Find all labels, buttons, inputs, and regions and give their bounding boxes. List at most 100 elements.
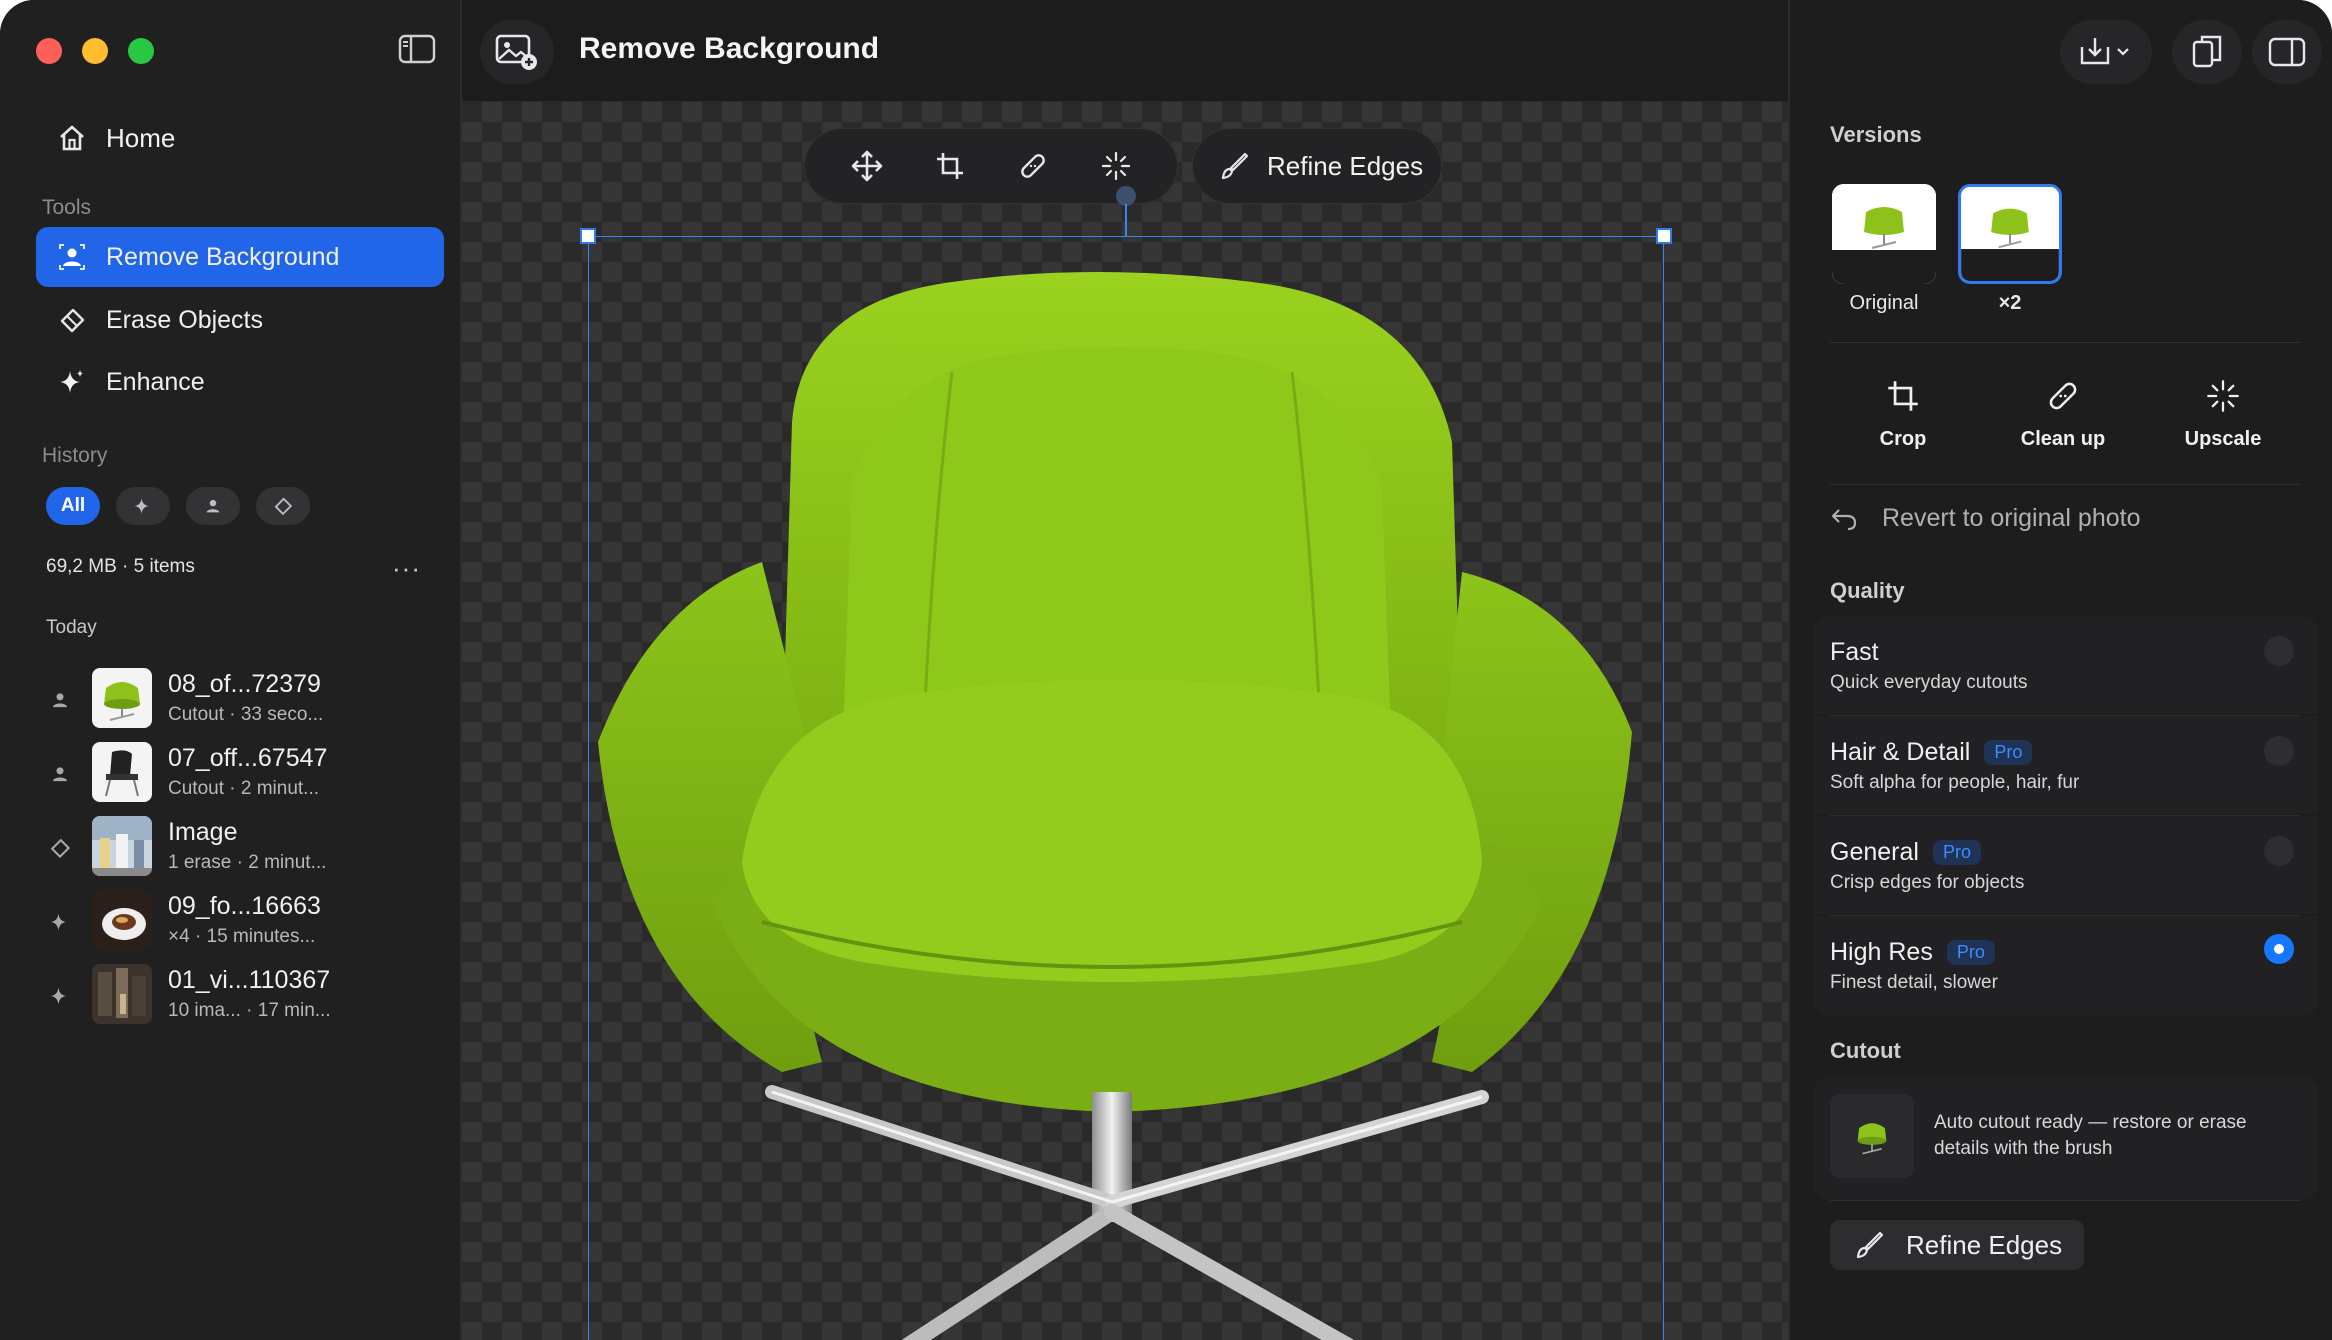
sparkle-icon xyxy=(134,498,149,514)
refine-edges-button[interactable]: Refine Edges xyxy=(1192,128,1442,204)
history-item[interactable]: 07_off...67547 Cutout · 2 minut... xyxy=(46,742,446,806)
today-section-label: Today xyxy=(46,617,97,638)
history-item-name: 07_off...67547 xyxy=(168,744,328,772)
revert-button[interactable]: Revert to original photo xyxy=(1830,504,2140,533)
history-item-name: 08_of...72379 xyxy=(168,670,321,698)
history-item-meta: 1 erase · 2 minut... xyxy=(168,852,327,873)
tool-label: Erase Objects xyxy=(106,305,264,334)
tool-label: Remove Background xyxy=(106,242,340,271)
cutout-image xyxy=(598,272,1632,1340)
filter-erase-chip[interactable] xyxy=(256,487,310,525)
history-item-meta: Cutout · 33 seco... xyxy=(168,704,324,725)
copy-button[interactable] xyxy=(2172,20,2242,84)
history-thumbnail xyxy=(92,964,152,1024)
crop-action-button[interactable]: Crop xyxy=(1828,374,1978,451)
cutout-label: Cutout xyxy=(1830,1038,1901,1063)
cleanup-tool-button[interactable] xyxy=(1011,144,1055,188)
person-cutout-icon xyxy=(46,686,74,714)
quality-label: Quality xyxy=(1830,578,1905,603)
refine-edges-panel-button[interactable]: Refine Edges xyxy=(1830,1220,2084,1270)
upscale-tool-button[interactable] xyxy=(1094,144,1138,188)
move-tool-button[interactable] xyxy=(845,144,889,188)
version-label: Original xyxy=(1849,292,1919,314)
bandage-icon xyxy=(2049,382,2077,410)
zoom-window-button[interactable] xyxy=(128,38,154,64)
crop-tool-button[interactable] xyxy=(928,144,972,188)
undo-icon xyxy=(1831,508,1857,530)
cutout-thumbnail xyxy=(1830,1094,1914,1178)
sidebar-item-remove-background[interactable]: Remove Background xyxy=(36,227,444,287)
sidebar-toggle-icon[interactable] xyxy=(398,34,436,64)
quality-desc: Crisp edges for objects xyxy=(1830,872,2025,893)
divider xyxy=(1830,1200,2300,1201)
pro-badge: Pro xyxy=(1946,940,1995,965)
page-title: Remove Background xyxy=(579,32,880,65)
history-thumbnail xyxy=(92,816,152,876)
crop-icon xyxy=(1888,381,1918,411)
inspector-toggle-button[interactable] xyxy=(2252,20,2322,84)
history-item-name: 09_fo...16663 xyxy=(168,892,321,920)
rotate-handle-stem xyxy=(1125,204,1127,236)
quality-name: Fast xyxy=(1830,638,1879,666)
history-item-meta: Cutout · 2 minut... xyxy=(168,778,320,799)
quality-desc: Finest detail, slower xyxy=(1830,972,1998,993)
quality-desc: Soft alpha for people, hair, fur xyxy=(1830,772,2080,793)
filter-all-chip[interactable]: All xyxy=(46,487,100,525)
version-label: ×2 xyxy=(1998,292,2022,314)
divider xyxy=(1830,484,2300,485)
quality-name: High Res Pro xyxy=(1830,938,1995,967)
storage-info: 69,2 MB · 5 items xyxy=(46,556,195,577)
sidebar: Home Tools Remove Background Erase Objec… xyxy=(0,0,462,1340)
brush-icon xyxy=(1221,152,1249,180)
version-original-card[interactable] xyxy=(1832,184,1936,284)
divider xyxy=(1830,342,2300,343)
person-cutout-icon xyxy=(206,499,220,513)
tools-section-label: Tools xyxy=(42,196,92,219)
action-label: Clean up xyxy=(2020,428,2106,450)
close-window-button[interactable] xyxy=(36,38,62,64)
upscale-action-button[interactable]: Upscale xyxy=(2148,374,2298,451)
rotate-handle[interactable] xyxy=(1116,186,1136,206)
eraser-icon xyxy=(54,302,90,338)
magic-wand-icon xyxy=(1101,151,1130,181)
cleanup-action-button[interactable]: Clean up xyxy=(1988,374,2138,451)
sparkle-icon xyxy=(46,982,74,1010)
bandage-icon xyxy=(1020,154,1045,178)
version-x2-card[interactable] xyxy=(1958,184,2062,284)
inspector-panel: Versions Original ×2 Crop Clean up Upsca… xyxy=(1788,0,2332,1340)
app-window: Home Tools Remove Background Erase Objec… xyxy=(0,0,2332,1340)
quality-option-fast[interactable] xyxy=(1814,616,2318,714)
quality-radio-high-res[interactable] xyxy=(2264,934,2294,964)
magic-wand-icon xyxy=(2207,380,2239,412)
more-options-button[interactable]: ··· xyxy=(392,553,421,584)
history-item[interactable]: 09_fo...16663 ×4 · 15 minutes... xyxy=(46,890,446,954)
export-button[interactable] xyxy=(2060,20,2152,84)
home-label: Home xyxy=(106,122,176,153)
sidebar-item-erase-objects[interactable]: Erase Objects xyxy=(36,290,444,350)
filter-enhance-chip[interactable] xyxy=(116,487,170,525)
person-cutout-icon xyxy=(54,239,90,275)
refine-edges-label: Refine Edges xyxy=(1906,1229,2063,1260)
sidebar-item-home[interactable]: Home xyxy=(36,110,436,166)
add-image-button[interactable] xyxy=(480,20,554,84)
tool-label: Enhance xyxy=(106,367,205,396)
copy-icon xyxy=(2192,35,2222,68)
minimize-window-button[interactable] xyxy=(82,38,108,64)
quality-radio-fast[interactable] xyxy=(2264,636,2294,666)
history-item[interactable]: 08_of...72379 Cutout · 33 seco... xyxy=(46,668,446,732)
quality-name: General Pro xyxy=(1830,838,1981,867)
quality-name: Hair & Detail Pro xyxy=(1830,738,2033,767)
brush-icon xyxy=(1856,1231,1884,1259)
toolbar: Remove Background xyxy=(462,0,1788,102)
pro-badge: Pro xyxy=(1984,740,2033,765)
image-canvas[interactable]: Refine Edges xyxy=(462,102,1788,1340)
quality-radio-hair-detail[interactable] xyxy=(2264,736,2294,766)
download-icon xyxy=(2080,38,2129,65)
history-item[interactable]: Image 1 erase · 2 minut... xyxy=(46,816,446,880)
quality-radio-general[interactable] xyxy=(2264,836,2294,866)
filter-cutout-chip[interactable] xyxy=(186,487,240,525)
versions-label: Versions xyxy=(1830,122,1922,147)
person-cutout-icon xyxy=(46,760,74,788)
history-item[interactable]: 01_vi...110367 10 ima... · 17 min... xyxy=(46,964,446,1028)
sidebar-item-enhance[interactable]: Enhance xyxy=(36,352,444,412)
